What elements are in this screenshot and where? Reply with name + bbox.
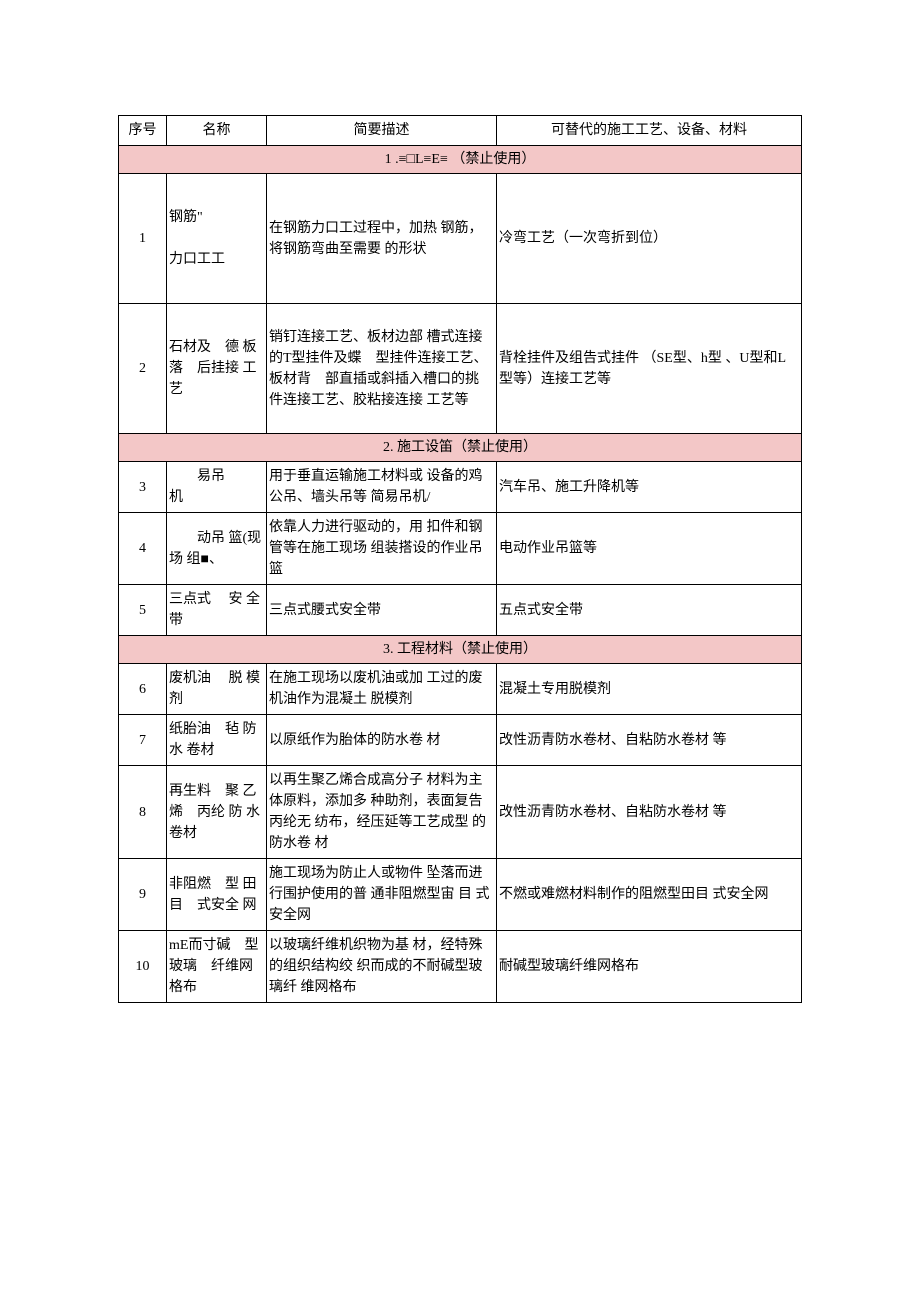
cell-idx: 3 [119, 462, 167, 513]
main-table: 序号 名称 简要描述 可替代的施工工艺、设备、材料 1 .≡□L≡E≡ （禁止使… [118, 115, 802, 1003]
section-header: 2. 施工设笛（禁止使用） [119, 434, 802, 462]
cell-alt: 背栓挂件及组告式挂件 （SE型、h型 、U型和L型等）连接工艺等 [497, 304, 802, 434]
cell-alt: 改性沥青防水卷材、自粘防水卷材 等 [497, 766, 802, 859]
cell-name: 非阻燃 型 田目 式安全 网 [167, 859, 267, 931]
cell-idx: 10 [119, 931, 167, 1003]
cell-alt: 耐碱型玻璃纤维网格布 [497, 931, 802, 1003]
cell-name: 钢筋" 力口工工 [167, 174, 267, 304]
table-row: 6废机油 脱 模剂在施工现场以废机油或加 工过的废机油作为混凝土 脱模剂混凝土专… [119, 664, 802, 715]
cell-idx: 9 [119, 859, 167, 931]
table-row: 1钢筋" 力口工工在钢筋力口工过程中，加热 钢筋，将钢筋弯曲至需要 的形状冷弯工… [119, 174, 802, 304]
document-page: 序号 名称 简要描述 可替代的施工工艺、设备、材料 1 .≡□L≡E≡ （禁止使… [0, 0, 920, 1063]
cell-desc: 以玻璃纤维机织物为基 材，经特殊的组织结构绞 织而成的不耐碱型玻璃纤 维网格布 [267, 931, 497, 1003]
cell-name: 易吊 机 [167, 462, 267, 513]
cell-desc: 三点式腰式安全带 [267, 585, 497, 636]
section-header: 1 .≡□L≡E≡ （禁止使用） [119, 146, 802, 174]
cell-desc: 依靠人力进行驱动的，用 扣件和钢管等在施工现场 组装搭设的作业吊篮 [267, 513, 497, 585]
header-row: 序号 名称 简要描述 可替代的施工工艺、设备、材料 [119, 116, 802, 146]
cell-desc: 施工现场为防止人或物件 坠落而进行围护使用的普 通非阻燃型宙 目 式安全网 [267, 859, 497, 931]
table-row: 3 易吊 机用于垂直运输施工材料或 设备的鸡公吊、墙头吊等 简易吊机/汽车吊、施… [119, 462, 802, 513]
header-alt: 可替代的施工工艺、设备、材料 [497, 116, 802, 146]
cell-alt: 冷弯工艺（一次弯折到位） [497, 174, 802, 304]
section-title: 1 .≡□L≡E≡ （禁止使用） [119, 146, 802, 174]
cell-desc: 以原纸作为胎体的防水卷 材 [267, 715, 497, 766]
cell-idx: 2 [119, 304, 167, 434]
cell-idx: 1 [119, 174, 167, 304]
table-row: 7纸胎油 毡 防水 卷材以原纸作为胎体的防水卷 材改性沥青防水卷材、自粘防水卷材… [119, 715, 802, 766]
cell-idx: 7 [119, 715, 167, 766]
cell-name: 再生料 聚 乙烯 丙纶 防 水卷材 [167, 766, 267, 859]
header-name: 名称 [167, 116, 267, 146]
table-row: 5三点式 安 全带三点式腰式安全带五点式安全带 [119, 585, 802, 636]
section-title: 3. 工程材料（禁止使用） [119, 636, 802, 664]
cell-desc: 在钢筋力口工过程中，加热 钢筋，将钢筋弯曲至需要 的形状 [267, 174, 497, 304]
cell-name: 三点式 安 全带 [167, 585, 267, 636]
cell-alt: 汽车吊、施工升降机等 [497, 462, 802, 513]
cell-alt: 电动作业吊篮等 [497, 513, 802, 585]
cell-desc: 以再生聚乙烯合成高分子 材料为主体原料，添加多 种助剂，表面复告丙纶无 纺布，经… [267, 766, 497, 859]
table-row: 10mE而寸碱 型玻璃 纤维网 格布以玻璃纤维机织物为基 材，经特殊的组织结构绞… [119, 931, 802, 1003]
cell-alt: 五点式安全带 [497, 585, 802, 636]
cell-alt: 不燃或难燃材料制作的阻燃型田目 式安全网 [497, 859, 802, 931]
table-row: 2石材及 德 板落 后挂接 工艺销钉连接工艺、板材边部 槽式连接的T型挂件及蝶 … [119, 304, 802, 434]
cell-alt: 改性沥青防水卷材、自粘防水卷材 等 [497, 715, 802, 766]
cell-desc: 在施工现场以废机油或加 工过的废机油作为混凝土 脱模剂 [267, 664, 497, 715]
table-row: 4 动吊 篮(现 场 组■、依靠人力进行驱动的，用 扣件和钢管等在施工现场 组装… [119, 513, 802, 585]
table-row: 8再生料 聚 乙烯 丙纶 防 水卷材以再生聚乙烯合成高分子 材料为主体原料，添加… [119, 766, 802, 859]
table-body: 1 .≡□L≡E≡ （禁止使用）1钢筋" 力口工工在钢筋力口工过程中，加热 钢筋… [119, 146, 802, 1003]
cell-name: mE而寸碱 型玻璃 纤维网 格布 [167, 931, 267, 1003]
cell-idx: 6 [119, 664, 167, 715]
section-header: 3. 工程材料（禁止使用） [119, 636, 802, 664]
cell-desc: 用于垂直运输施工材料或 设备的鸡公吊、墙头吊等 简易吊机/ [267, 462, 497, 513]
cell-name: 废机油 脱 模剂 [167, 664, 267, 715]
table-row: 9非阻燃 型 田目 式安全 网施工现场为防止人或物件 坠落而进行围护使用的普 通… [119, 859, 802, 931]
cell-name: 纸胎油 毡 防水 卷材 [167, 715, 267, 766]
cell-name: 动吊 篮(现 场 组■、 [167, 513, 267, 585]
header-desc: 简要描述 [267, 116, 497, 146]
cell-idx: 5 [119, 585, 167, 636]
header-idx: 序号 [119, 116, 167, 146]
cell-idx: 4 [119, 513, 167, 585]
cell-name: 石材及 德 板落 后挂接 工艺 [167, 304, 267, 434]
cell-desc: 销钉连接工艺、板材边部 槽式连接的T型挂件及蝶 型挂件连接工艺、板材背 部直插或… [267, 304, 497, 434]
section-title: 2. 施工设笛（禁止使用） [119, 434, 802, 462]
cell-idx: 8 [119, 766, 167, 859]
cell-alt: 混凝土专用脱模剂 [497, 664, 802, 715]
